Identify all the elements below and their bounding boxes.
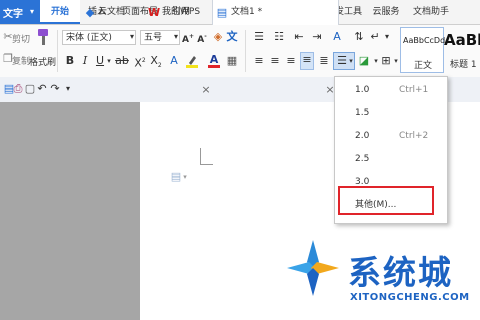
borders-icon[interactable]: ⊞ bbox=[380, 54, 392, 68]
chevron-down-icon[interactable]: ▾ bbox=[171, 30, 181, 44]
menu-item-value: 2.0 bbox=[355, 131, 370, 141]
menu-item-shortcut: Ctrl+1 bbox=[399, 85, 429, 95]
style-name: 标题 1 bbox=[450, 60, 477, 70]
decrease-indent-icon[interactable]: ⇤ bbox=[292, 30, 306, 44]
clear-format-icon[interactable]: ◈ bbox=[212, 30, 224, 44]
grow-font-icon[interactable]: A+ bbox=[182, 30, 194, 47]
document-icon: ▤ bbox=[216, 6, 228, 19]
tab-label: 云文档 bbox=[98, 7, 126, 17]
cut-label[interactable]: 剪切 bbox=[12, 32, 30, 45]
chevron-down-icon[interactable]: ▾ bbox=[181, 170, 189, 184]
style-normal[interactable]: AaBbCcDd 正文 bbox=[400, 27, 446, 73]
format-painter-icon[interactable] bbox=[34, 28, 52, 48]
sort-icon[interactable]: ⇅ bbox=[352, 30, 366, 44]
copy-label[interactable]: 复制 bbox=[12, 54, 30, 67]
style-preview: AaBbCcDd bbox=[403, 36, 446, 45]
tab-doc-assistant[interactable]: 文档助手 bbox=[408, 0, 454, 24]
subscript-icon[interactable]: X2 bbox=[150, 54, 162, 73]
style-preview: AaBb bbox=[444, 31, 480, 49]
undo-icon[interactable]: ↶ bbox=[36, 82, 48, 96]
tab-label: 我的WPS bbox=[162, 7, 201, 17]
menu-item-value: 2.5 bbox=[355, 154, 370, 164]
chevron-down-icon[interactable]: ▾ bbox=[105, 54, 113, 68]
margin-corner-mark bbox=[200, 148, 213, 165]
watermark-url: XITONGCHENG.COM bbox=[350, 292, 470, 303]
justify-icon[interactable]: ≡ bbox=[300, 52, 314, 70]
close-icon[interactable]: × bbox=[201, 83, 211, 97]
font-color-icon[interactable]: A bbox=[208, 54, 220, 68]
tab-cloud-service[interactable]: 云服务 bbox=[368, 0, 404, 24]
align-left-icon[interactable]: ≡ bbox=[253, 54, 265, 68]
app-menu-button[interactable]: 文字 ▾ bbox=[0, 0, 40, 24]
text-effect-icon[interactable]: A bbox=[168, 54, 180, 68]
tab-cloud-docs[interactable]: ◆ 云文档 bbox=[82, 0, 142, 25]
style-heading-1[interactable]: AaBb 标题 1 bbox=[444, 27, 480, 73]
menu-item-1-5[interactable]: 1.5 bbox=[335, 102, 447, 125]
print-icon[interactable]: ⎙ bbox=[12, 82, 24, 96]
strikethrough-icon[interactable]: ab bbox=[115, 54, 129, 68]
menu-item-1-0[interactable]: 1.0 Ctrl+1 bbox=[335, 79, 447, 102]
char-border-icon[interactable]: ▦ bbox=[226, 54, 238, 68]
highlighter-icon[interactable] bbox=[186, 54, 198, 72]
shrink-font-icon[interactable]: A- bbox=[196, 30, 208, 47]
wps-logo-icon: W bbox=[148, 6, 161, 19]
numbered-list-icon[interactable]: ☷ bbox=[272, 30, 286, 44]
show-marks-icon[interactable]: ↵ bbox=[368, 30, 382, 44]
chevron-down-icon[interactable]: ▾ bbox=[127, 30, 137, 44]
chinese-layout-icon[interactable]: A bbox=[330, 30, 344, 44]
chevron-down-icon: ▾ bbox=[30, 7, 35, 16]
app-menu-label: 文字 bbox=[3, 9, 23, 20]
menu-item-value: 1.5 bbox=[355, 108, 370, 118]
bold-icon[interactable]: B bbox=[64, 54, 76, 68]
align-center-icon[interactable]: ≡ bbox=[269, 54, 281, 68]
distributed-icon[interactable]: ≣ bbox=[318, 54, 330, 68]
italic-icon[interactable]: I bbox=[79, 54, 91, 68]
bullet-list-icon[interactable]: ☰ bbox=[252, 30, 266, 44]
divider bbox=[57, 30, 58, 72]
redo-icon[interactable]: ↷ bbox=[49, 82, 61, 96]
tab-my-wps[interactable]: W 我的WPS bbox=[146, 0, 206, 25]
font-size-value: 五号 bbox=[144, 33, 163, 43]
format-painter-label[interactable]: 格式刷 bbox=[29, 55, 56, 68]
increase-indent-icon[interactable]: ⇥ bbox=[310, 30, 324, 44]
line-spacing-button[interactable]: ☰ ▾ bbox=[333, 52, 355, 70]
font-name-select[interactable]: 宋体 (正文) bbox=[62, 30, 136, 45]
xitongcheng-logo-icon bbox=[285, 238, 341, 298]
menu-item-shortcut: Ctrl+2 bbox=[399, 131, 429, 141]
superscript-icon[interactable]: X2 bbox=[134, 54, 146, 71]
chevron-down-icon[interactable]: ▾ bbox=[372, 54, 380, 68]
menu-item-value: 1.0 bbox=[355, 85, 370, 95]
cloud-icon: ◆ bbox=[85, 6, 95, 19]
shading-icon[interactable]: ◪ bbox=[358, 54, 370, 68]
align-right-icon[interactable]: ≡ bbox=[285, 54, 297, 68]
watermark-title: 系统城 bbox=[348, 253, 453, 292]
chevron-down-icon: ▾ bbox=[349, 57, 353, 65]
chevron-down-icon[interactable]: ▾ bbox=[64, 82, 72, 96]
tab-home[interactable]: 开始 bbox=[40, 0, 80, 24]
pinyin-icon[interactable]: 文 bbox=[226, 30, 238, 44]
menu-item-2-5[interactable]: 2.5 bbox=[335, 148, 447, 171]
style-name: 正文 bbox=[414, 61, 433, 71]
chevron-down-icon[interactable]: ▾ bbox=[382, 30, 392, 44]
tab-document-1[interactable]: ▤ 文档1 * bbox=[212, 0, 339, 25]
chevron-down-icon[interactable]: ▾ bbox=[392, 54, 400, 68]
tab-label: 文档1 * bbox=[231, 7, 263, 17]
highlight-box bbox=[338, 186, 434, 215]
divider bbox=[245, 30, 246, 72]
print-preview-icon[interactable]: ▢ bbox=[24, 82, 36, 96]
menu-item-2-0[interactable]: 2.0 Ctrl+2 bbox=[335, 125, 447, 148]
font-name-value: 宋体 (正文) bbox=[66, 33, 112, 43]
